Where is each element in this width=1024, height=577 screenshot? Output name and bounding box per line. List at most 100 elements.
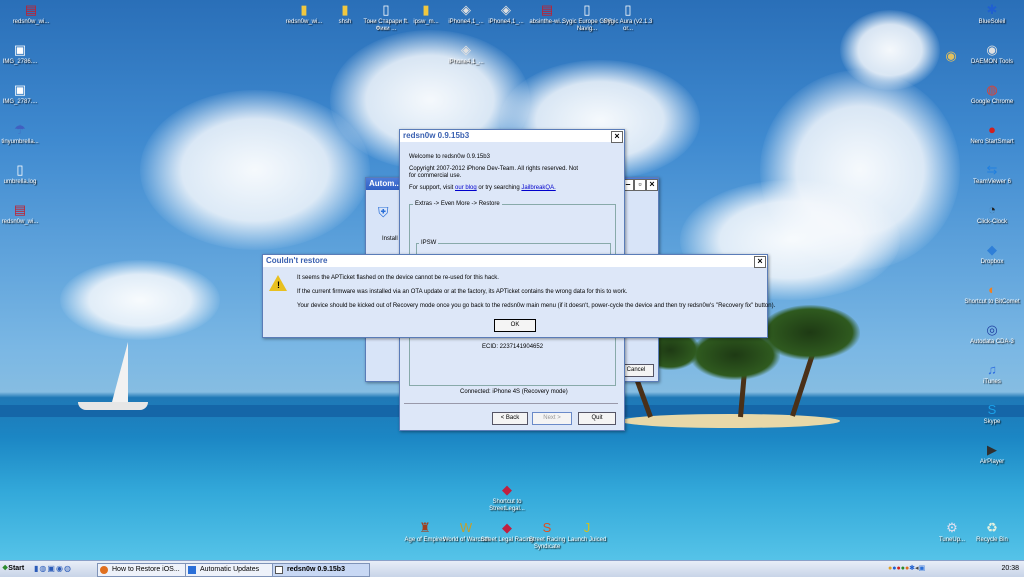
close-button[interactable]: × [754, 256, 766, 268]
tuneup-icon: ⚙ [946, 520, 958, 535]
close-button[interactable]: × [646, 179, 658, 191]
desktop-icon[interactable]: ⇆ TeamViewer 6 [964, 162, 1020, 186]
desktop-icon[interactable]: ● Nero StartSmart [964, 122, 1020, 146]
system-tray: ●●●●●✱◂▣ 20:38 [888, 563, 1022, 575]
desktop-icon[interactable]: ◉ [923, 48, 979, 65]
desktop-icon[interactable]: ▤ redsn0w_wi... [3, 2, 59, 26]
desktop-icon[interactable]: S Skype [964, 402, 1020, 426]
window-titlebar[interactable]: redsn0w 0.9.15b3 × [400, 130, 624, 143]
chrome-icon: ◍ [986, 82, 998, 97]
document-icon: ▯ [583, 2, 591, 17]
ecid-text: ECID: 2237141904652 [482, 344, 544, 350]
taskbar: ❖Start ▮◍▣◉◍ How to Restore iOS... Autom… [0, 560, 1024, 577]
desktop-icon[interactable]: ◆ Shortcut to StreetLegal... [479, 482, 535, 513]
desktop-icon[interactable]: J Launch Juiced [559, 520, 615, 544]
jailbreakqa-link[interactable]: JailbreakQA. [521, 185, 555, 191]
update-icon [188, 566, 196, 574]
back-button[interactable]: < Back [492, 412, 528, 425]
car-icon: ◆ [502, 482, 512, 497]
desktop-icon[interactable]: ◆ Dropbox [964, 242, 1020, 266]
itunes-icon: ♫ [987, 362, 997, 377]
desktop-icon[interactable]: ◍ Google Chrome [964, 82, 1020, 106]
error-message-line1: It seems the APTicket flashed on the dev… [297, 275, 499, 281]
rar-archive-icon: ▤ [13, 202, 27, 217]
desktop-icon[interactable]: ☂ tinyumbrella... [0, 122, 48, 146]
airplayer-icon: ▶ [987, 442, 997, 457]
error-message-line2: If the current firmware was installed vi… [297, 289, 628, 295]
quit-button[interactable]: Quit [578, 412, 616, 425]
quick-launch: ▮◍▣◉◍ [34, 564, 72, 573]
next-button[interactable]: Next > [532, 412, 572, 425]
document-icon: ▯ [382, 2, 390, 17]
palm-leaves [760, 305, 860, 360]
copyright-text: Copyright 2007-2012 iPhone Dev-Team. All… [409, 166, 579, 179]
task-how-to-restore[interactable]: How to Restore iOS... [97, 563, 196, 577]
chrome-icon[interactable]: ◍ [64, 564, 72, 573]
teamviewer-icon: ⇆ [986, 162, 998, 177]
recycle-bin-icon: ♻ [986, 520, 998, 535]
error-dialog[interactable]: Couldn't restore × ! It seems the APTick… [262, 254, 775, 338]
error-message-line3: Your device should be kicked out of Reco… [297, 303, 776, 309]
skype-icon: S [987, 402, 997, 417]
task-automatic-updates[interactable]: Automatic Updates [185, 563, 282, 577]
ipsw-label: IPSW [419, 240, 439, 246]
clock[interactable]: 20:38 [1001, 563, 1019, 575]
desktop-icon[interactable]: ▶ AirPlayer [964, 442, 1020, 466]
document-icon: ▯ [624, 2, 632, 17]
install-label: Install [382, 236, 398, 242]
sailboat [88, 342, 128, 402]
desktop-icon[interactable]: ✱ BlueSoleil [964, 2, 1020, 26]
breadcrumb: Extras -> Even More -> Restore [413, 201, 502, 207]
dialog-titlebar[interactable]: Couldn't restore × [263, 255, 767, 268]
bitcomet-icon: ◐ [988, 282, 996, 297]
dropbox-icon: ◆ [987, 242, 997, 257]
desktop-icon[interactable]: ♻ Recycle Bin [964, 520, 1020, 544]
cloud [60, 260, 220, 340]
blog-link[interactable]: our blog [455, 185, 477, 191]
image-icon: ▣ [13, 42, 27, 57]
firefox-icon [100, 566, 108, 574]
close-button[interactable]: × [611, 131, 623, 143]
game-icon: S [542, 520, 552, 535]
desktop-icon[interactable]: ◎ Autodata CDA-3 [964, 322, 1020, 346]
folder-icon: ▮ [422, 2, 430, 17]
desktop-icon[interactable]: ▣ [47, 564, 56, 573]
desktop-icon[interactable]: ▤ redsn0w_wi... [0, 202, 48, 226]
sailboat-hull [78, 402, 148, 410]
task-redsnow[interactable]: redsn0w 0.9.15b3 [272, 563, 370, 577]
cube-icon: ◈ [461, 42, 471, 57]
nero-icon: ● [988, 122, 996, 137]
warning-icon-mark: ! [277, 280, 280, 290]
desktop-icon[interactable]: ◔ Click-Clock [964, 202, 1020, 226]
network-icon[interactable]: ▣ [919, 565, 926, 572]
sphere-icon: ◉ [945, 48, 957, 63]
ok-button[interactable]: OK [494, 319, 536, 332]
daemon-tools-icon: ◉ [986, 42, 998, 57]
welcome-text: Welcome to redsn0w 0.9.15b3 [409, 154, 490, 160]
desktop-icon[interactable]: ♫ iTunes [964, 362, 1020, 386]
game-icon: W [459, 520, 473, 535]
update-shield-icon: ⛨ [378, 204, 389, 220]
folder-icon: ▮ [300, 2, 308, 17]
island [620, 414, 840, 428]
folder-icon: ▮ [341, 2, 349, 17]
game-icon: J [583, 520, 591, 535]
desktop-icon[interactable]: ◈ iPhone4,1_... [438, 42, 494, 66]
car-icon: ◆ [502, 520, 512, 535]
cube-icon: ◈ [501, 2, 511, 17]
cube-icon: ◈ [461, 2, 471, 17]
desktop-icon[interactable]: ▯ Sygic Aura (v2.1.3 or... [600, 2, 656, 33]
rar-archive-icon: ▤ [540, 2, 554, 17]
desktop-icon[interactable]: ▣ IMG_2787.... [0, 82, 48, 106]
text-file-icon: ▯ [16, 162, 24, 177]
maximize-button[interactable]: ▫ [634, 179, 646, 191]
clock-icon: ◔ [988, 202, 996, 217]
start-button[interactable]: ❖Start [1, 563, 30, 575]
autodata-icon: ◎ [986, 322, 998, 337]
game-icon: ♜ [419, 520, 431, 535]
firefox-icon[interactable]: ◉ [56, 564, 64, 573]
desktop-icon[interactable]: ▯ umbrella.log [0, 162, 48, 186]
divider [404, 403, 618, 404]
desktop-icon[interactable]: ▣ IMG_2786.... [0, 42, 48, 66]
desktop-icon[interactable]: ◐ Shortcut to BitComet [964, 282, 1020, 306]
